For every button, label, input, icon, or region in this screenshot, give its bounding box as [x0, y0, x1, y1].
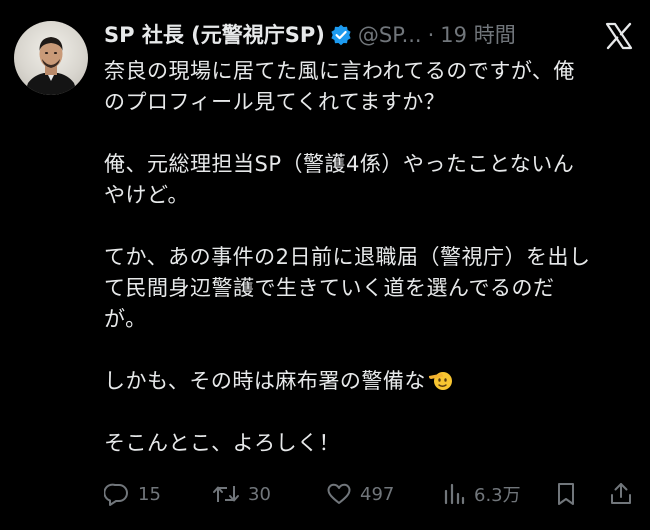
- tweet-header: SP 社長 (元警視庁SP) @SP... · 19 時間: [104, 18, 516, 52]
- verified-badge-icon: [330, 24, 352, 46]
- retweet-count: 30: [248, 483, 271, 505]
- reply-icon: [104, 483, 128, 506]
- bookmark-icon: [558, 483, 574, 505]
- saluting-face-emoji-icon: [428, 369, 454, 391]
- tweet-line-text: しかも、その時は麻布署の警備な: [104, 369, 426, 393]
- tweet-line: が。: [104, 307, 147, 331]
- separator-dot: ·: [427, 23, 435, 47]
- like-button[interactable]: 497: [326, 477, 394, 511]
- tweet-line: て民間身辺警護で生きていく道を選んでるのだ: [104, 276, 555, 300]
- tweet-actions: 15 30 497 6.3万: [104, 477, 634, 511]
- tweet-line: 俺、元総理担当SP（警護4係）やったことないん: [104, 152, 575, 176]
- retweet-button[interactable]: 30: [212, 477, 271, 511]
- views-chart-icon: [444, 483, 465, 505]
- tweet-line: 奈良の現場に居てた風に言われてるのですが、俺: [104, 59, 575, 83]
- like-count: 497: [360, 483, 395, 505]
- tweet-line: そこんとこ、よろしく！: [104, 431, 341, 455]
- tweet-line: やけど。: [104, 183, 189, 207]
- x-logo-icon[interactable]: [605, 22, 633, 50]
- views-button[interactable]: 6.3万: [442, 477, 521, 511]
- heart-icon: [327, 483, 351, 504]
- share-button[interactable]: [609, 477, 633, 511]
- reply-count: 15: [138, 483, 161, 505]
- tweet-line: のプロフィール見てくれてますか？: [104, 90, 446, 114]
- avatar[interactable]: [14, 21, 88, 95]
- avatar-portrait-image: [24, 37, 78, 95]
- tweet-line: しかも、その時は麻布署の警備な: [104, 366, 640, 397]
- bookmark-button[interactable]: [554, 477, 578, 511]
- retweet-icon: [213, 486, 239, 502]
- tweet-line: てか、あの事件の2日前に退職届（警視庁）を出し: [104, 245, 591, 269]
- tweet-text: 奈良の現場に居てた風に言われてるのですが、俺 のプロフィール見てくれてますか？ …: [104, 56, 640, 459]
- author-display-name[interactable]: SP 社長 (元警視庁SP): [104, 18, 325, 52]
- tweet-card: SP 社長 (元警視庁SP) @SP... · 19 時間 奈良の現場に居てた風…: [0, 0, 650, 530]
- share-icon: [611, 483, 631, 504]
- reply-button[interactable]: 15: [104, 477, 161, 511]
- author-handle[interactable]: @SP...: [358, 18, 422, 52]
- view-count: 6.3万: [474, 485, 521, 506]
- timestamp[interactable]: 19 時間: [440, 18, 515, 52]
